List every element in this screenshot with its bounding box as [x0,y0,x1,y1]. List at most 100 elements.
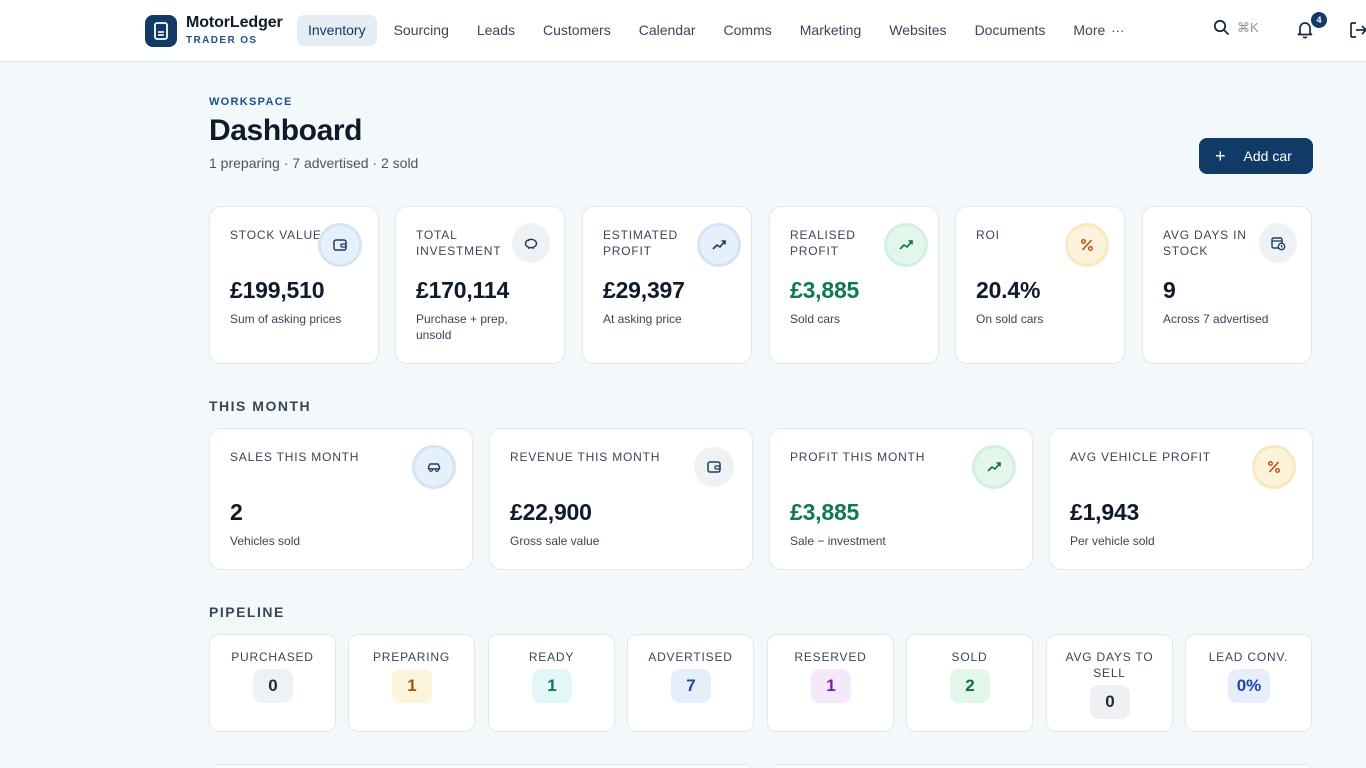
pipeline-stage-count: 1 [532,669,572,703]
pipeline-stage-label: PURCHASED [231,650,314,664]
page-title: Dashboard [209,114,363,147]
pipeline-stage-label: RESERVED [794,650,867,664]
pipeline-stage-ready[interactable]: READY 1 [488,634,615,732]
pipeline-stage-label: READY [528,650,575,664]
pipeline-stage-count: 0% [1228,669,1270,703]
pipeline-stage-advertised[interactable]: ADVERTISED 7 [627,634,754,732]
nav-item-sourcing[interactable]: Sourcing [383,15,460,46]
month-card-value: £3,885 [790,499,860,525]
month-card-revenue: Revenue this month £22,900 Gross sale va… [489,428,753,570]
kpi-card-stock-value: Stock value £199,510 Sum of asking price… [209,206,379,364]
kpi-value: £199,510 [230,277,325,303]
month-card-label: Avg vehicle profit [1070,450,1211,464]
month-card-desc: Vehicles sold [230,534,301,548]
wallet-icon [694,447,734,487]
calendar-clock-icon [1259,223,1297,263]
bottom-panel-right [769,764,1313,768]
kpi-card-avg-days-in-stock: Avg days in stock 9 Across 7 advertised [1142,206,1312,364]
nav-item-websites[interactable]: Websites [878,15,957,46]
pipeline-stage-reserved[interactable]: RESERVED 1 [767,634,894,732]
kpi-value: £170,114 [416,277,510,303]
nav-item-inventory[interactable]: Inventory [297,15,377,46]
month-card-avg-vehicle-profit: Avg vehicle profit £1,943 Per vehicle so… [1049,428,1313,570]
add-car-label: Add car [1243,148,1292,164]
kpi-card-total-investment: Total investment £170,114 Purchase + pre… [395,206,565,364]
kpi-label: ROI [976,228,1000,242]
month-card-label: Revenue this month [510,450,661,464]
trending-up-icon [697,223,741,267]
pipeline-stage-sold[interactable]: SOLD 2 [906,634,1033,732]
month-card-value: 2 [230,499,243,525]
more-dots-icon: ··· [1111,23,1125,38]
notifications-badge: 4 [1311,12,1327,28]
kpi-desc: Across 7 advertised [1163,312,1269,326]
percent-icon [1252,445,1296,489]
search-shortcut: ⌘K [1237,19,1259,35]
pipeline-stage-count: 7 [671,669,711,703]
page-subtitle: 1 preparing · 7 advertised · 2 sold [209,155,419,171]
percent-icon [1065,223,1109,267]
kpi-value: 20.4% [976,277,1041,303]
pipeline-stage-label: PREPARING [373,650,450,664]
nav-item-documents[interactable]: Documents [964,15,1057,46]
kpi-card-realised-profit: Realised profit £3,885 Sold cars [769,206,939,364]
nav-more-button[interactable]: More ··· [1062,15,1135,46]
month-card-value: £22,900 [510,499,592,525]
kpi-desc: On sold cars [976,312,1044,326]
kpi-label: Realised profit [790,228,856,258]
trending-up-icon [884,223,928,267]
pipeline-stage-count: 2 [950,669,990,703]
month-card-sales: Sales this month 2 Vehicles sold [209,428,473,570]
top-nav-bar: MotorLedger TRADER OS Inventory Sourcing… [0,0,1366,62]
brand[interactable]: MotorLedger TRADER OS [145,14,283,47]
pipeline-stage-count: 1 [392,669,432,703]
month-card-desc: Per vehicle sold [1070,534,1155,548]
pipeline-stage-label: ADVERTISED [648,650,733,664]
kpi-desc: Purchase + prep, unsold [416,312,508,342]
kpi-card-roi: ROI 20.4% On sold cars [955,206,1125,364]
month-card-value: £1,943 [1070,499,1140,525]
kpi-label: Stock value [230,228,322,242]
nav-item-calendar[interactable]: Calendar [628,15,707,46]
brand-logo-icon [145,14,177,47]
search-button[interactable]: ⌘K [1213,19,1259,36]
nav-item-marketing[interactable]: Marketing [789,15,872,46]
pipeline-stage-count: 0 [1090,685,1130,719]
pipeline-stage-preparing[interactable]: PREPARING 1 [348,634,475,732]
month-card-desc: Sale − investment [790,534,886,548]
brand-name: MotorLedger [186,14,283,31]
nav-item-comms[interactable]: Comms [713,15,783,46]
pipeline-stage-count: 0 [253,669,293,703]
bottom-panel-left [209,764,753,768]
pipeline-stage-count: 1 [811,669,851,703]
pipeline-stage-label: AVG DAYS TO SELL [1065,650,1154,680]
month-card-desc: Gross sale value [510,534,600,548]
nav-item-customers[interactable]: Customers [532,15,622,46]
pipeline-stat-avg-days-to-sell: AVG DAYS TO SELL 0 [1046,634,1173,732]
kpi-label: Total investment [416,228,502,258]
kpi-value: £3,885 [790,277,860,303]
logout-icon [1350,22,1366,38]
nav-more-label: More [1073,22,1106,38]
logout-button[interactable] [1349,21,1366,39]
kpi-value: £29,397 [603,277,685,303]
kpi-label: Avg days in stock [1163,228,1247,258]
pipeline-stage-label: SOLD [951,650,988,664]
piggy-bank-icon [512,223,550,263]
add-car-button[interactable]: + Add car [1199,138,1313,174]
page-eyebrow: WORKSPACE [209,96,293,108]
kpi-desc: Sum of asking prices [230,312,342,326]
trending-up-icon [972,445,1016,489]
section-title-pipeline: PIPELINE [209,604,285,620]
kpi-label: Estimated profit [603,228,678,258]
section-title-this-month: THIS MONTH [209,398,312,414]
month-card-label: Profit this month [790,450,926,464]
month-card-label: Sales this month [230,450,360,464]
search-icon [1213,19,1229,35]
brand-subtitle: TRADER OS [186,35,258,46]
kpi-desc: At asking price [603,312,682,326]
pipeline-stage-purchased[interactable]: PURCHASED 0 [209,634,336,732]
kpi-value: 9 [1163,277,1176,303]
kpi-card-estimated-profit: Estimated profit £29,397 At asking price [582,206,752,364]
nav-item-leads[interactable]: Leads [466,15,526,46]
